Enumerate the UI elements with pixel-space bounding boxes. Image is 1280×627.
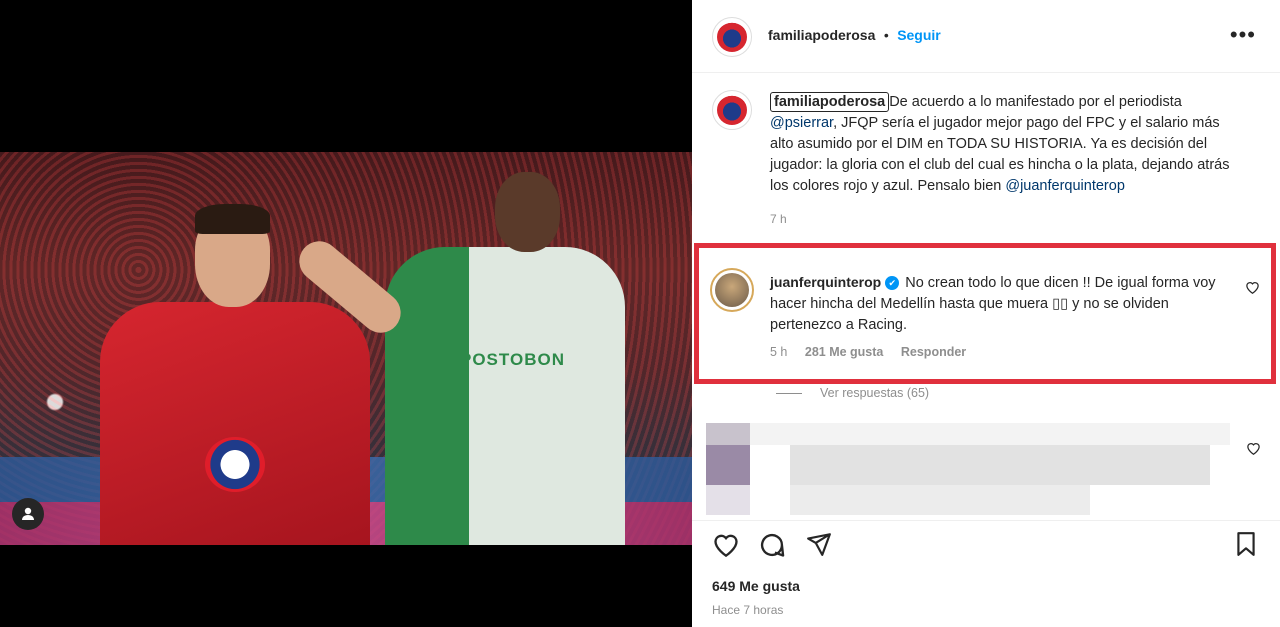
player-red-sponsor-logo	[205, 437, 265, 492]
post-likes-count[interactable]: 649 Me gusta	[712, 578, 800, 594]
blurred-comment	[706, 423, 1230, 515]
caption-text-2: , JFQP sería el jugador mejor pago del F…	[770, 115, 1230, 194]
caption-username[interactable]: familiapoderosa	[770, 92, 890, 112]
post-media[interactable]: POSTOBON	[0, 0, 692, 627]
commenter-username[interactable]: juanferquinterop	[770, 274, 881, 290]
replies-line	[776, 393, 802, 395]
caption-timestamp[interactable]: 7 h	[770, 209, 1240, 230]
share-icon[interactable]	[806, 531, 832, 562]
photo-player-red	[90, 204, 420, 545]
blurred-comment-heart-icon[interactable]	[1246, 441, 1261, 459]
like-heart-icon[interactable]	[712, 531, 740, 562]
view-replies-button[interactable]: Ver respuestas (65)	[776, 386, 929, 400]
mention-link[interactable]: @psierrar	[770, 115, 833, 131]
verified-icon: ✔	[885, 276, 900, 290]
post-side-panel: familiapoderosa • Seguir ••• familiapode…	[692, 0, 1280, 627]
user-icon	[22, 507, 34, 520]
comment-likes[interactable]: 281 Me gusta	[805, 345, 884, 359]
post-header: familiapoderosa • Seguir •••	[692, 0, 1280, 73]
post-photo: POSTOBON	[0, 152, 692, 545]
follow-button[interactable]: Seguir	[897, 27, 941, 43]
commenter-avatar[interactable]	[710, 268, 754, 312]
comment-icon[interactable]	[758, 531, 786, 564]
comment-time[interactable]: 5 h	[770, 345, 787, 359]
player-red-hair	[195, 204, 270, 234]
post-caption: familiapoderosa De acuerdo a lo manifesta…	[770, 92, 1240, 230]
post-timestamp[interactable]: Hace 7 horas	[712, 603, 783, 617]
player-red-jersey	[100, 302, 370, 545]
commenter-photo	[715, 273, 749, 307]
author-username[interactable]: familiapoderosa	[768, 27, 875, 43]
caption-text-1: De acuerdo a lo manifestado por el perio…	[889, 94, 1182, 110]
more-options-icon[interactable]: •••	[1230, 22, 1256, 48]
club-crest-icon	[717, 22, 747, 52]
save-bookmark-icon[interactable]	[1234, 531, 1258, 562]
player-green-sponsor: POSTOBON	[460, 350, 565, 369]
comment-meta: 5 h 281 Me gusta Responder	[770, 345, 980, 359]
player-green-head	[495, 172, 560, 252]
mention-link[interactable]: @juanferquinterop	[1005, 178, 1125, 194]
caption-avatar[interactable]	[712, 90, 752, 130]
reply-button[interactable]: Responder	[901, 345, 966, 359]
player-green-jersey	[385, 247, 625, 545]
comment-body: juanferquinterop ✔ No crean todo lo que di…	[770, 272, 1220, 336]
tagged-users-button[interactable]	[12, 498, 44, 530]
post-actions-bar	[692, 520, 1280, 571]
header-separator: •	[883, 27, 889, 43]
view-replies-label: Ver respuestas (65)	[820, 386, 930, 400]
comment-like-heart-icon[interactable]	[1245, 280, 1260, 298]
author-avatar[interactable]	[712, 17, 752, 57]
club-crest-icon	[717, 95, 747, 125]
